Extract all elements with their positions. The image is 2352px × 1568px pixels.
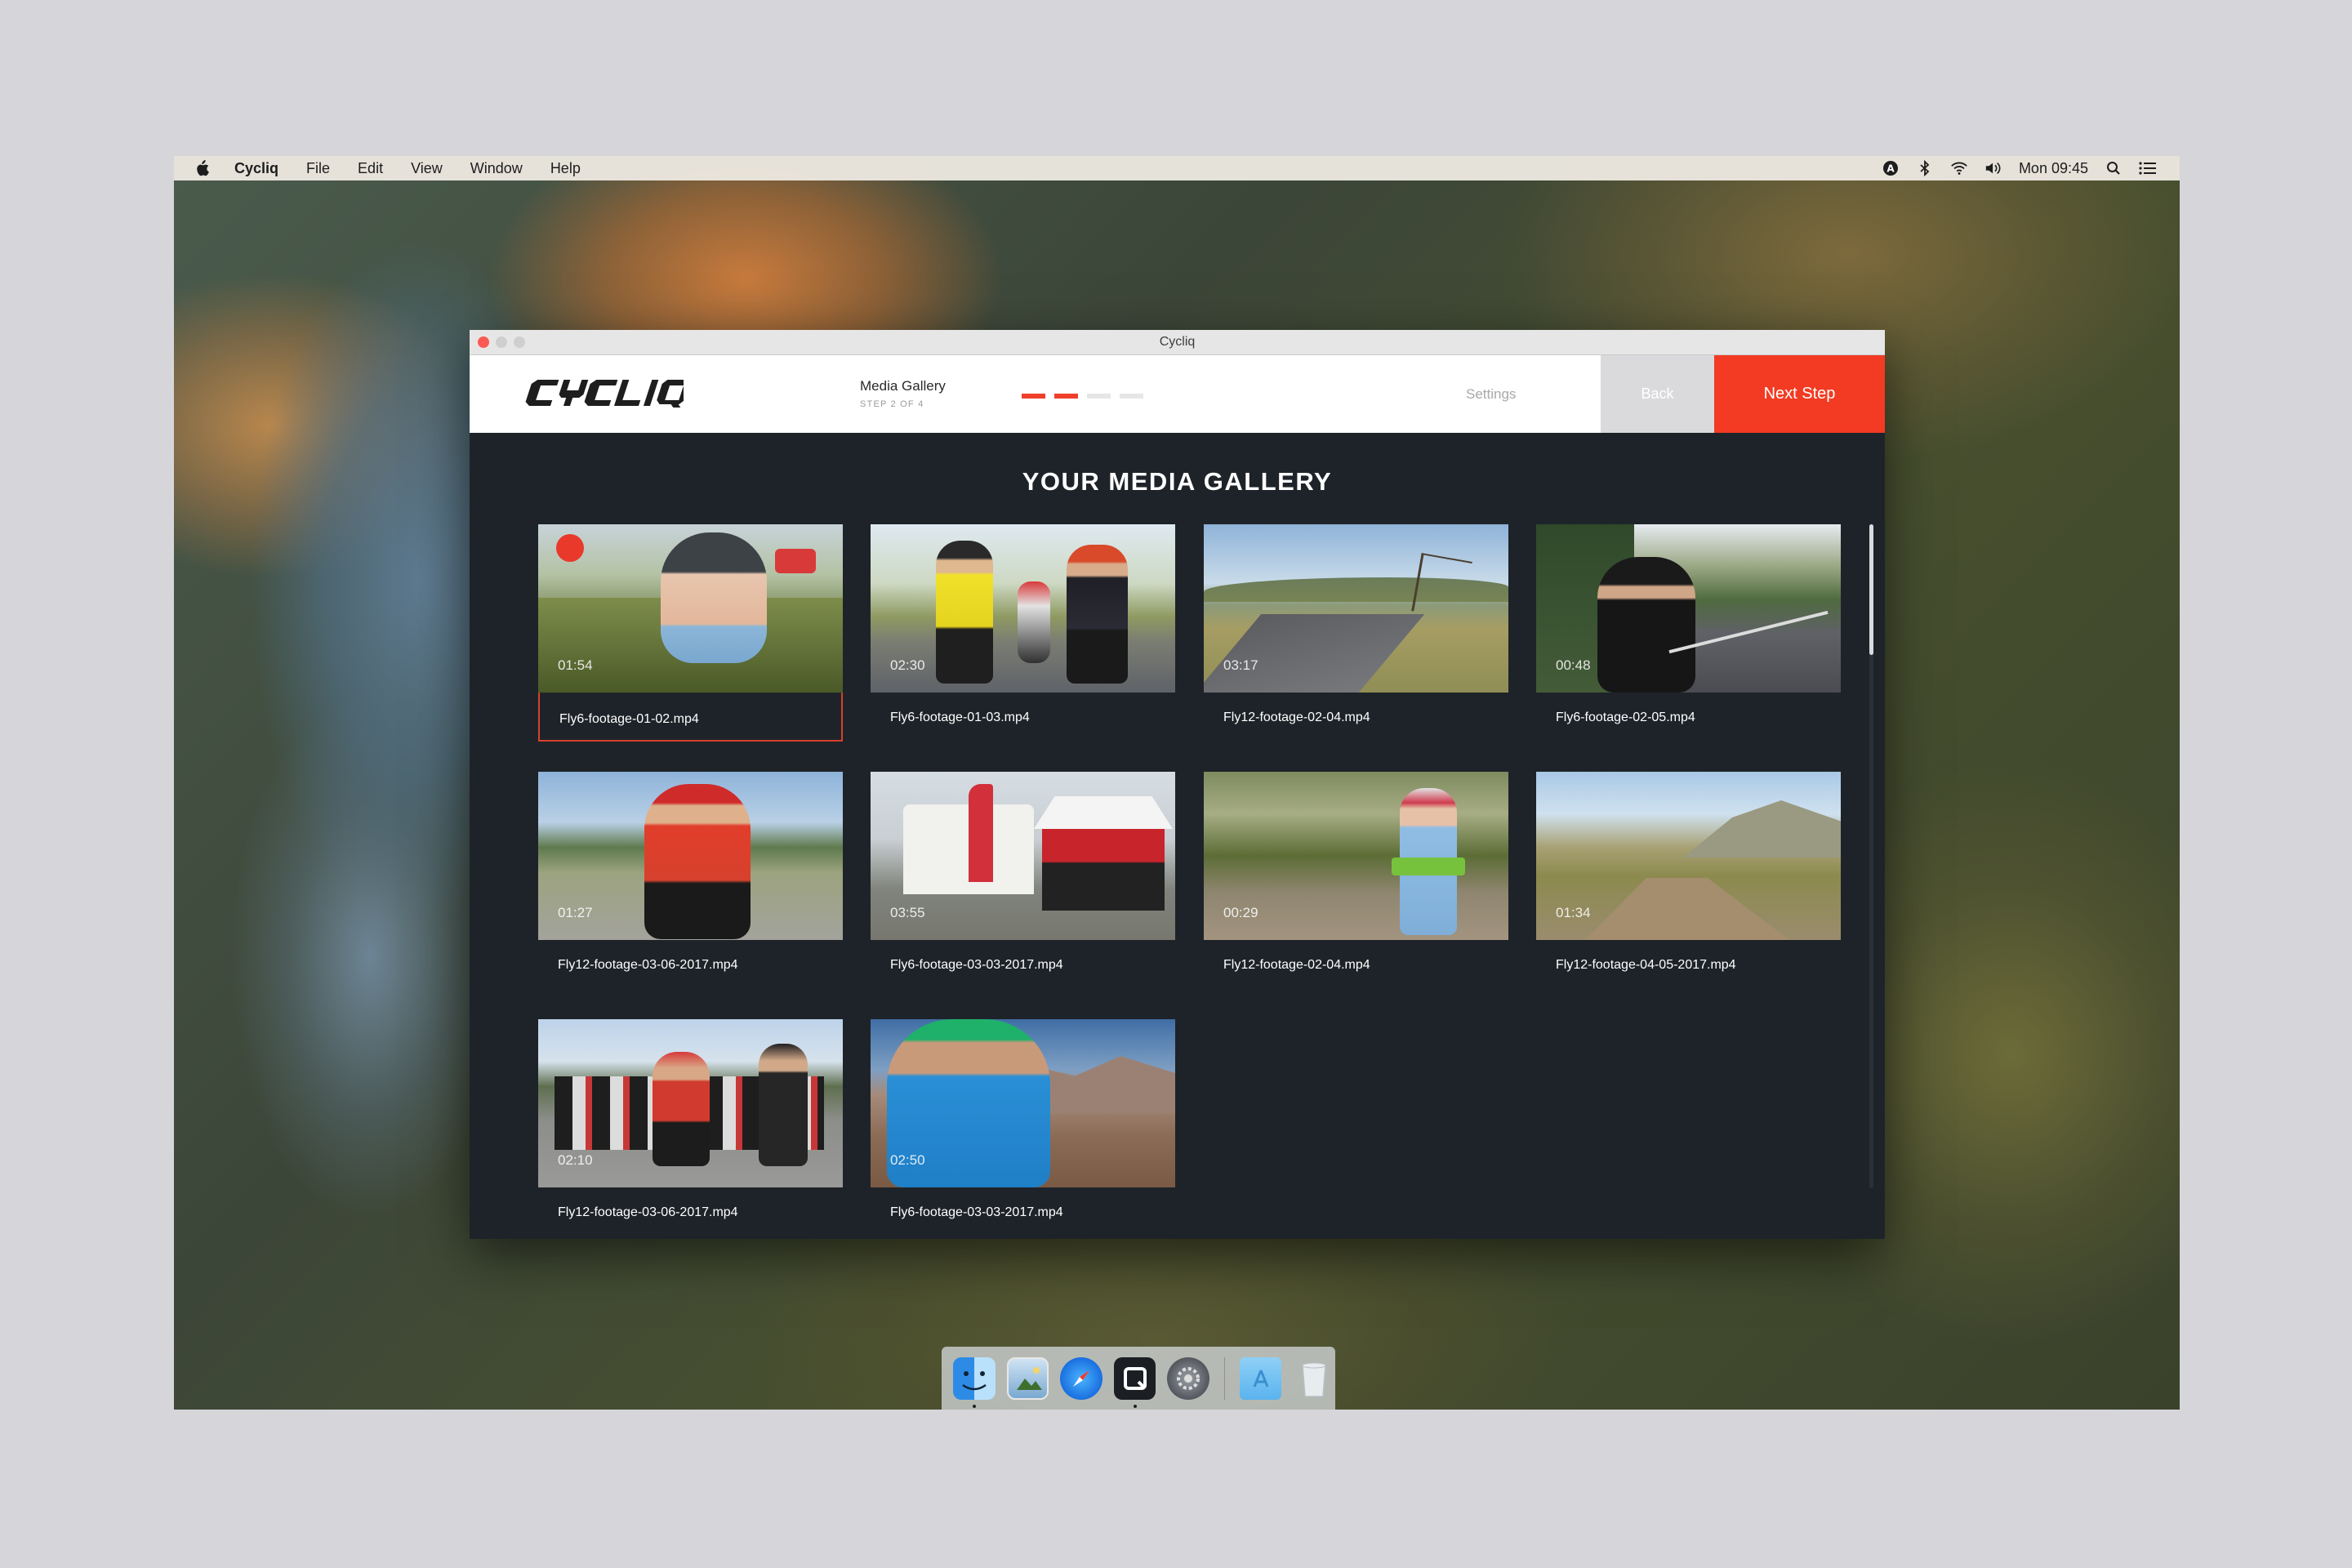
zoom-window-button[interactable] <box>514 336 525 348</box>
cycliq-icon[interactable] <box>1113 1356 1156 1408</box>
video-duration: 00:29 <box>1223 905 1258 920</box>
video-card[interactable]: 01:27 Fly12-footage-03-06-2017.mp4 <box>538 772 843 989</box>
video-filename: Fly6-footage-03-03-2017.mp4 <box>890 1205 1063 1219</box>
video-filename: Fly6-footage-02-05.mp4 <box>1556 710 1695 724</box>
video-filename: Fly12-footage-02-04.mp4 <box>1223 710 1370 724</box>
video-thumbnail[interactable]: 01:54 <box>538 524 843 693</box>
bluetooth-icon[interactable] <box>1916 159 1934 177</box>
back-button[interactable]: Back <box>1601 355 1714 433</box>
applications-folder-icon[interactable] <box>1239 1356 1282 1400</box>
video-card[interactable]: 03:55 Fly6-footage-03-03-2017.mp4 <box>871 772 1175 989</box>
video-duration: 02:30 <box>890 657 925 673</box>
dock-separator <box>1223 1356 1225 1400</box>
step-title: Media Gallery <box>860 378 946 394</box>
menu-clock[interactable]: Mon 09:45 <box>2019 160 2088 177</box>
cycliq-logo <box>525 378 690 412</box>
progress-segment <box>1087 394 1111 399</box>
minimize-window-button[interactable] <box>496 336 507 348</box>
settings-link[interactable]: Settings <box>1466 386 1516 403</box>
video-duration: 01:34 <box>1556 905 1591 920</box>
video-card[interactable]: 01:54 Fly6-footage-01-02.mp4 <box>538 524 843 742</box>
video-thumbnail[interactable]: 02:10 <box>538 1019 843 1187</box>
video-duration: 01:27 <box>558 905 593 920</box>
video-thumbnail[interactable]: 01:34 <box>1536 772 1841 940</box>
input-source-icon[interactable]: A <box>1882 159 1900 177</box>
system-preferences-icon[interactable] <box>1167 1356 1209 1400</box>
apple-menu-icon[interactable] <box>194 159 210 177</box>
app-header: Media Gallery STEP 2 OF 4 Settings Back … <box>470 355 1885 433</box>
video-card[interactable]: 00:48 Fly6-footage-02-05.mp4 <box>1536 524 1841 742</box>
video-card[interactable]: 02:10 Fly12-footage-03-06-2017.mp4 <box>538 1019 843 1236</box>
video-thumbnail[interactable]: 03:55 <box>871 772 1175 940</box>
video-filename: Fly12-footage-03-06-2017.mp4 <box>558 1205 738 1219</box>
video-duration: 01:54 <box>558 657 593 673</box>
video-card[interactable]: 02:30 Fly6-footage-01-03.mp4 <box>871 524 1175 742</box>
video-duration: 00:48 <box>1556 657 1591 673</box>
notification-center-icon[interactable] <box>2139 159 2157 177</box>
video-grid: 01:54 Fly6-footage-01-02.mp4 02:30 Fly6-… <box>470 433 1885 1239</box>
video-thumbnail[interactable]: 02:50 <box>871 1019 1175 1187</box>
video-thumbnail[interactable]: 03:17 <box>1204 524 1508 693</box>
menu-file[interactable]: File <box>306 160 330 177</box>
video-filename: Fly12-footage-04-05-2017.mp4 <box>1556 958 1736 972</box>
svg-text:A: A <box>1886 163 1895 175</box>
menu-view[interactable]: View <box>411 160 443 177</box>
window-titlebar[interactable]: Cycliq <box>470 330 1885 355</box>
video-filename: Fly6-footage-03-03-2017.mp4 <box>890 958 1063 972</box>
video-card[interactable]: 02:50 Fly6-footage-03-03-2017.mp4 <box>871 1019 1175 1236</box>
video-card[interactable]: 01:34 Fly12-footage-04-05-2017.mp4 <box>1536 772 1841 989</box>
video-thumbnail[interactable]: 02:30 <box>871 524 1175 693</box>
selected-indicator <box>556 534 584 562</box>
video-filename: Fly12-footage-03-06-2017.mp4 <box>558 958 738 972</box>
video-card[interactable]: 03:17 Fly12-footage-02-04.mp4 <box>1204 524 1508 742</box>
progress-segment <box>1022 394 1045 399</box>
scrollbar-thumb[interactable] <box>1869 524 1873 655</box>
window-title: Cycliq <box>1159 335 1196 349</box>
menu-bar: Cycliq File Edit View Window Help A Mon … <box>174 156 2180 180</box>
trash-icon[interactable] <box>1293 1357 1335 1400</box>
wifi-icon[interactable] <box>1950 159 1968 177</box>
menu-app-name[interactable]: Cycliq <box>234 160 278 177</box>
video-duration: 02:50 <box>890 1152 925 1168</box>
menu-window[interactable]: Window <box>470 160 523 177</box>
finder-icon[interactable] <box>953 1356 996 1408</box>
gallery-content: YOUR MEDIA GALLERY 01:54 Fly6-footage-01… <box>470 433 1885 1239</box>
menu-help[interactable]: Help <box>550 160 581 177</box>
video-card[interactable]: 00:29 Fly12-footage-02-04.mp4 <box>1204 772 1508 989</box>
preview-icon[interactable] <box>1006 1356 1049 1400</box>
safari-icon[interactable] <box>1060 1356 1102 1400</box>
video-filename: Fly6-footage-01-02.mp4 <box>559 712 699 726</box>
next-step-button[interactable]: Next Step <box>1714 355 1885 433</box>
video-duration: 02:10 <box>558 1152 593 1168</box>
progress-segment <box>1120 394 1143 399</box>
video-thumbnail[interactable]: 00:29 <box>1204 772 1508 940</box>
dock <box>942 1347 1335 1410</box>
video-duration: 03:55 <box>890 905 925 920</box>
video-thumbnail[interactable]: 00:48 <box>1536 524 1841 693</box>
video-thumbnail[interactable]: 01:27 <box>538 772 843 940</box>
cycliq-window: Cycliq Media Gallery STEP 2 OF 4 Setting… <box>470 330 1885 1239</box>
step-progress <box>1022 394 1143 399</box>
video-filename: Fly6-footage-01-03.mp4 <box>890 710 1030 724</box>
desktop: Cycliq File Edit View Window Help A Mon … <box>174 156 2180 1410</box>
progress-segment <box>1054 394 1078 399</box>
volume-icon[interactable] <box>1984 159 2002 177</box>
video-filename: Fly12-footage-02-04.mp4 <box>1223 958 1370 972</box>
video-duration: 03:17 <box>1223 657 1258 673</box>
close-window-button[interactable] <box>478 336 489 348</box>
menu-edit[interactable]: Edit <box>358 160 383 177</box>
step-subtitle: STEP 2 OF 4 <box>860 399 924 409</box>
gallery-scrollbar[interactable] <box>1869 524 1873 1188</box>
spotlight-icon[interactable] <box>2105 159 2123 177</box>
